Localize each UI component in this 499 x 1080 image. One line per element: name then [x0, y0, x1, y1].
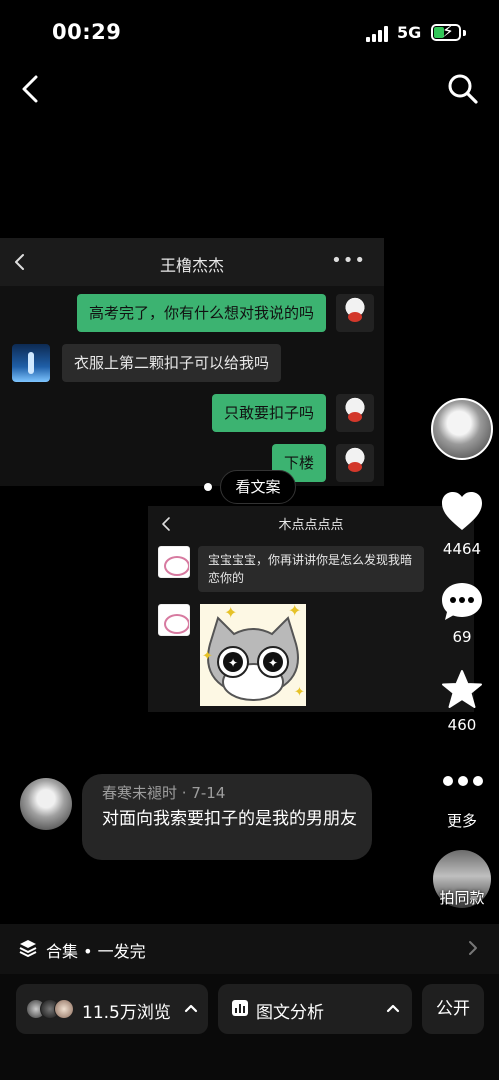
avatar: [336, 294, 374, 332]
svg-text:✦: ✦: [288, 604, 301, 620]
chat-title: 木点点点点: [278, 518, 344, 533]
svg-text:✦: ✦: [202, 649, 213, 664]
favorite-count: 460: [447, 716, 477, 734]
chevron-up-icon: [184, 1004, 198, 1013]
cat-sticker-image: ✦ ✦ ✦ ✦ ✦ ✦: [200, 604, 306, 706]
svg-text:✦: ✦: [228, 656, 238, 670]
comment-bubble[interactable]: 春寒未褪时 · 7-14 对面向我索要扣子的是我的男朋友: [82, 774, 372, 860]
star-icon[interactable]: [440, 668, 484, 712]
layers-icon: [19, 940, 37, 957]
chat-screenshot-1[interactable]: 王橹杰杰 ••• 高考完了，你有什么想对我说的吗 衣服上第二颗扣子可以给我吗 只…: [0, 238, 384, 486]
chat-screenshot-2[interactable]: 木点点点点 宝宝宝宝，你再讲讲你是怎么发现我暗恋你的 ✦ ✦ ✦ ✦ ✦ ✦: [148, 506, 474, 712]
comment-date: · 7-14: [181, 784, 226, 802]
back-button[interactable]: [16, 72, 46, 106]
avatar: [158, 604, 190, 636]
collection-bar[interactable]: 合集 • 一发完: [0, 924, 499, 974]
svg-text:✦: ✦: [268, 656, 278, 670]
chat-message: 宝宝宝宝，你再讲讲你是怎么发现我暗恋你的: [198, 546, 424, 592]
visibility-button[interactable]: 公开: [422, 984, 484, 1034]
chat-title: 王橹杰杰: [159, 256, 224, 275]
collection-label: 合集 • 一发完: [46, 942, 146, 961]
search-icon: [448, 74, 478, 104]
same-style-label[interactable]: 拍同款: [420, 887, 499, 908]
comment-text: 对面向我索要扣子的是我的男朋友: [102, 809, 357, 829]
chevron-left-icon: [22, 75, 38, 103]
heart-icon[interactable]: [440, 490, 484, 534]
commenter-avatar[interactable]: [20, 778, 72, 830]
comment-author-line: 春寒未褪时 · 7-14: [102, 782, 225, 803]
page-indicator-dot: [204, 483, 212, 491]
network-type: 5G: [397, 23, 422, 42]
battery-tip: [463, 30, 466, 36]
svg-text:✦: ✦: [294, 685, 305, 700]
svg-text:✦: ✦: [224, 604, 237, 622]
viewer-avatar: [54, 999, 74, 1019]
signal-icon: [366, 26, 390, 42]
views-count: 11.5万浏览: [82, 1003, 171, 1023]
chevron-up-icon: [386, 1004, 400, 1013]
views-button[interactable]: 11.5万浏览: [16, 984, 208, 1034]
chat-message: 衣服上第二颗扣子可以给我吗: [62, 344, 282, 382]
analysis-button[interactable]: 图文分析: [218, 984, 412, 1034]
comment-count: 69: [452, 628, 472, 646]
chat-message: 高考完了，你有什么想对我说的吗: [76, 294, 326, 332]
avatar: [336, 394, 374, 432]
analysis-label: 图文分析: [256, 1003, 324, 1023]
chat-header: 王橹杰杰 •••: [0, 238, 384, 286]
avatar: [158, 546, 190, 578]
battery-icon: ⚡: [431, 22, 461, 42]
avatar: [336, 444, 374, 482]
chat-message: 只敢要扣子吗: [211, 394, 326, 432]
author-avatar[interactable]: [431, 398, 493, 460]
chart-icon: [232, 1000, 248, 1016]
like-count: 4464: [442, 540, 482, 558]
bottom-bar: 11.5万浏览 图文分析 公开: [0, 974, 499, 1080]
more-label: 更多: [446, 812, 477, 830]
status-bar: 00:29 5G ⚡: [0, 0, 499, 66]
more-icon: •••: [331, 250, 366, 271]
chevron-right-icon: [469, 941, 477, 955]
status-time: 00:29: [52, 20, 122, 44]
comment-author: 春寒未褪时: [102, 784, 178, 802]
more-icon[interactable]: [443, 776, 483, 788]
search-button[interactable]: [446, 72, 480, 106]
avatar: [12, 344, 50, 382]
comment-icon[interactable]: [440, 580, 484, 624]
see-text-button[interactable]: 看文案: [220, 470, 296, 504]
